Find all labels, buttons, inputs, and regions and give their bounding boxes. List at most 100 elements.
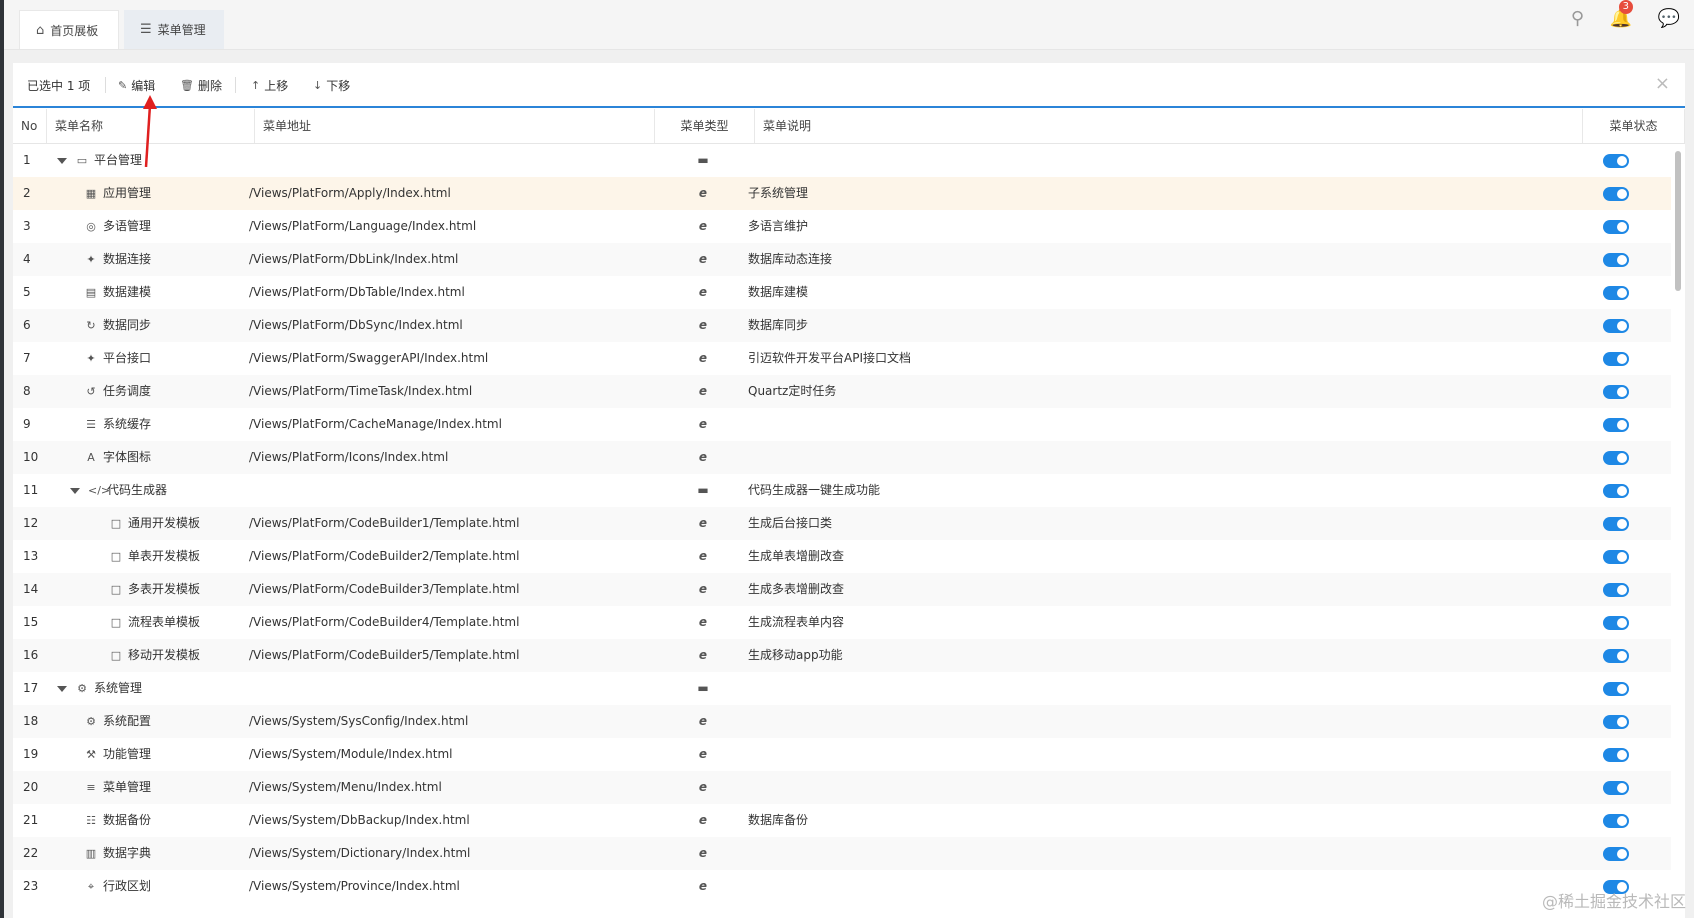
table-row[interactable]: 17 ⚙ 系统管理 ▬	[13, 672, 1671, 705]
ie-page-icon: e	[698, 351, 708, 365]
status-toggle[interactable]	[1603, 715, 1629, 729]
table-row[interactable]: 21 ☷ 数据备份/Views/System/DbBackup/Index.html…	[13, 804, 1671, 837]
status-toggle[interactable]	[1603, 418, 1629, 432]
table-row[interactable]: 4 ✦ 数据连接/Views/PlatForm/DbLink/Index.html e…	[13, 243, 1671, 276]
col-desc[interactable]: 菜单说明	[755, 109, 1583, 143]
row-number: 9	[23, 417, 31, 431]
database-icon: ☷	[86, 814, 96, 827]
menu-url: /Views/System/Dictionary/Index.html	[249, 846, 471, 860]
table-row[interactable]: 9 ☰ 系统缓存/Views/PlatForm/CacheManage/Index.…	[13, 408, 1671, 441]
col-type[interactable]: 菜单类型	[655, 109, 755, 143]
folder-icon: ▬	[697, 153, 709, 167]
status-cell	[1603, 144, 1643, 177]
chat-icon[interactable]: 💬	[1658, 8, 1680, 29]
status-toggle[interactable]	[1603, 748, 1629, 762]
menu-description: 数据库备份	[748, 813, 809, 827]
table-row[interactable]: 5 ▤ 数据建模/Views/PlatForm/DbTable/Index.html…	[13, 276, 1671, 309]
expand-caret-icon[interactable]	[57, 685, 67, 692]
delete-button[interactable]: 🗑 删除	[180, 77, 222, 94]
status-toggle[interactable]	[1603, 682, 1629, 696]
menu-url: /Views/System/Module/Index.html	[249, 747, 453, 761]
menu-name-cell: ◎ 多语管理	[57, 210, 260, 243]
table-row[interactable]: 22 ▥ 数据字典/Views/System/Dictionary/Index.ht…	[13, 837, 1671, 870]
menu-description: 生成单表增删改查	[748, 549, 845, 563]
status-cell	[1603, 474, 1643, 507]
status-toggle[interactable]	[1603, 847, 1629, 861]
table-row[interactable]: 12 □ 通用开发模板/Views/PlatForm/CodeBuilder1/Te…	[13, 507, 1671, 540]
arrow-up-icon: ↑	[251, 79, 261, 92]
table-row[interactable]: 16 □ 移动开发模板/Views/PlatForm/CodeBuilder5/Te…	[13, 639, 1671, 672]
status-toggle[interactable]	[1603, 781, 1629, 795]
status-toggle[interactable]	[1603, 319, 1629, 333]
status-toggle[interactable]	[1603, 451, 1629, 465]
status-toggle[interactable]	[1603, 154, 1629, 168]
move-down-button[interactable]: ↓ 下移	[313, 77, 350, 94]
scrollbar[interactable]	[1675, 151, 1681, 291]
status-toggle[interactable]	[1603, 649, 1629, 663]
menu-url: /Views/System/Province/Index.html	[249, 879, 460, 893]
table-row[interactable]: 3 ◎ 多语管理/Views/PlatForm/Language/Index.htm…	[13, 210, 1671, 243]
col-no[interactable]: No	[13, 109, 47, 143]
table-row[interactable]: 14 □ 多表开发模板/Views/PlatForm/CodeBuilder3/Te…	[13, 573, 1671, 606]
col-status[interactable]: 菜单状态	[1583, 109, 1685, 143]
row-number: 16	[23, 648, 39, 662]
plug-icon: ✦	[86, 352, 96, 365]
row-number: 22	[23, 846, 39, 860]
table-row[interactable]: 1 ▭ 平台管理 ▬	[13, 144, 1671, 177]
status-toggle[interactable]	[1603, 187, 1629, 201]
close-icon[interactable]: ×	[1655, 73, 1670, 94]
expand-caret-icon[interactable]	[57, 157, 67, 164]
menu-name-cell: ▤ 数据建模	[57, 276, 260, 309]
status-toggle[interactable]	[1603, 253, 1629, 267]
menu-name-label: 平台管理	[94, 153, 143, 167]
status-toggle[interactable]	[1603, 583, 1629, 597]
table-row[interactable]: 11 </> 代码生成器 ▬ 代码生成器一键生成功能	[13, 474, 1671, 507]
status-toggle[interactable]	[1603, 616, 1629, 630]
status-toggle[interactable]	[1603, 385, 1629, 399]
menu-description: 引迈软件开发平台API接口文档	[748, 351, 911, 365]
ie-page-icon: e	[698, 714, 708, 728]
bell-icon[interactable]: 🔔 3	[1610, 0, 1633, 29]
table-row[interactable]: 15 □ 流程表单模板/Views/PlatForm/CodeBuilder4/Te…	[13, 606, 1671, 639]
tab-menu-management[interactable]: ☰ 菜单管理	[124, 10, 224, 49]
table-row[interactable]: 6 ↻ 数据同步/Views/PlatForm/DbSync/Index.html e…	[13, 309, 1671, 342]
search-icon[interactable]: ⚲	[1571, 8, 1584, 29]
status-cell	[1603, 705, 1643, 738]
edit-button[interactable]: ✎ 编辑	[118, 77, 155, 94]
table-row[interactable]: 13 □ 单表开发模板/Views/PlatForm/CodeBuilder2/Te…	[13, 540, 1671, 573]
toolbar: 已选中 1 项 ✎ 编辑 🗑 删除 ↑ 上移 ↓ 下移 ×	[13, 63, 1685, 108]
status-toggle[interactable]	[1603, 814, 1629, 828]
delete-label: 删除	[197, 79, 222, 93]
table-row[interactable]: 19 ⚒ 功能管理/Views/System/Module/Index.html e	[13, 738, 1671, 771]
status-cell	[1603, 837, 1643, 870]
tab-dashboard[interactable]: ⌂ 首页展板	[19, 10, 119, 49]
annotation-arrow-icon	[143, 95, 157, 167]
table-row[interactable]: 10 A 字体图标/Views/PlatForm/Icons/Index.html e	[13, 441, 1671, 474]
menu-name-label: 应用管理	[103, 186, 152, 200]
tab-label: 菜单管理	[157, 23, 206, 37]
table-row[interactable]: 23 ⌖ 行政区划/Views/System/Province/Index.html…	[13, 870, 1671, 903]
table-row[interactable]: 8 ↺ 任务调度/Views/PlatForm/TimeTask/Index.htm…	[13, 375, 1671, 408]
status-toggle[interactable]	[1603, 352, 1629, 366]
status-toggle[interactable]	[1603, 517, 1629, 531]
status-toggle[interactable]	[1603, 220, 1629, 234]
trash-icon: 🗑	[180, 79, 194, 92]
status-toggle[interactable]	[1603, 550, 1629, 564]
status-toggle[interactable]	[1603, 286, 1629, 300]
menu-description: 多语言维护	[748, 219, 809, 233]
menu-name-label: 多语管理	[103, 219, 152, 233]
table-row[interactable]: 18 ⚙ 系统配置/Views/System/SysConfig/Index.htm…	[13, 705, 1671, 738]
table-row[interactable]: 7 ✦ 平台接口/Views/PlatForm/SwaggerAPI/Index.h…	[13, 342, 1671, 375]
table-row[interactable]: 2 ▦ 应用管理/Views/PlatForm/Apply/Index.html e 子…	[13, 177, 1671, 210]
table-row[interactable]: 20 ≡ 菜单管理/Views/System/Menu/Index.html e	[13, 771, 1671, 804]
status-cell	[1603, 243, 1643, 276]
expand-caret-icon[interactable]	[70, 487, 80, 494]
gears-icon: ⚙	[86, 715, 96, 728]
status-cell	[1603, 441, 1643, 474]
col-url[interactable]: 菜单地址	[255, 109, 655, 143]
menu-name-label: 系统管理	[94, 681, 143, 695]
tab-label: 首页展板	[50, 23, 99, 38]
move-up-button[interactable]: ↑ 上移	[251, 77, 288, 94]
status-toggle[interactable]	[1603, 484, 1629, 498]
edit-icon: ✎	[118, 79, 128, 92]
